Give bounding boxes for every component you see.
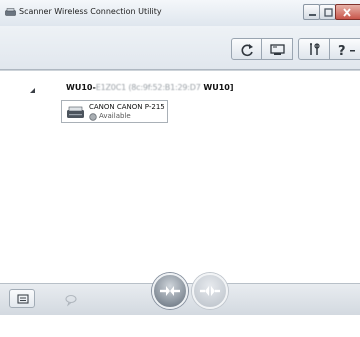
comment-button[interactable]: [57, 289, 83, 308]
help-icon: ?: [338, 44, 355, 59]
list-icon: [17, 294, 29, 304]
refresh-icon: [241, 44, 253, 57]
scanner-icon: [5, 8, 16, 16]
display-button[interactable]: [262, 38, 293, 60]
scanner-name-prefix: WU10-: [66, 83, 96, 92]
speech-bubble-icon: [65, 294, 77, 307]
close-button[interactable]: [335, 4, 360, 20]
title-bar[interactable]: Scanner Wireless Connection Utility: [0, 0, 360, 26]
device-model: CANON CANON P-215: [89, 103, 165, 111]
disconnect-button[interactable]: [192, 273, 228, 309]
refresh-button[interactable]: [231, 38, 262, 60]
minimize-button[interactable]: [303, 4, 320, 20]
scanner-name-redacted: E1Z0C1 (8c:9f:52:B1:29:D7: [95, 83, 201, 92]
status-indicator-icon: [89, 113, 97, 121]
list-view-button[interactable]: [9, 289, 35, 308]
maximize-button[interactable]: [319, 4, 336, 20]
device-list-panel: WU10-E1Z0C1 (8c:9f:52:B1:29:D7 WU10] CAN…: [0, 70, 360, 283]
device-card[interactable]: CANON CANON P-215 Available: [61, 100, 168, 123]
app-window: Scanner Wireless Connection Utility ? WU…: [0, 0, 360, 315]
close-icon: [343, 8, 351, 17]
window-title: Scanner Wireless Connection Utility: [19, 7, 162, 16]
connect-button[interactable]: [152, 273, 188, 309]
svg-text:?: ?: [338, 44, 346, 59]
scanner-name-suffix: WU10]: [200, 83, 234, 92]
scanner-device-icon: [67, 106, 84, 118]
scanner-node-label[interactable]: WU10-E1Z0C1 (8c:9f:52:B1:29:D7 WU10]: [66, 83, 234, 92]
toolbar: ?: [0, 26, 360, 70]
tools-icon: [310, 43, 320, 55]
display-icon: [270, 44, 285, 55]
connect-icon: [160, 286, 180, 296]
disconnect-icon: [200, 286, 220, 296]
device-status: Available: [99, 112, 131, 120]
collapse-arrow-icon[interactable]: [29, 87, 36, 94]
tools-button[interactable]: [298, 38, 330, 60]
help-button[interactable]: ?: [330, 38, 360, 60]
